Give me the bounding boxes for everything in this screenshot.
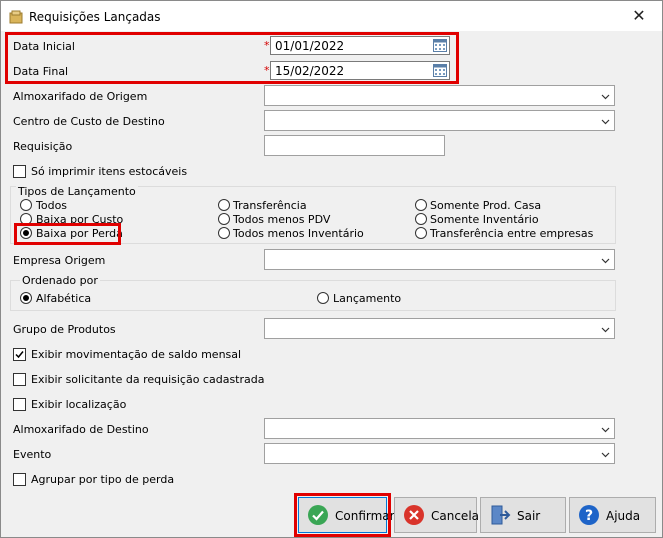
requisicao-input[interactable] <box>264 135 445 156</box>
required-mark: * <box>264 39 270 52</box>
data-final-label: Data Final <box>13 65 69 78</box>
radio-todos-menos-pdv[interactable] <box>218 213 230 225</box>
ajuda-label: Ajuda <box>606 509 641 523</box>
ordenado-legend: Ordenado por <box>20 274 100 287</box>
evento-label: Evento <box>13 448 52 461</box>
radio-label: Lançamento <box>333 292 402 305</box>
radio-todos-menos-inventario[interactable] <box>218 227 230 239</box>
radio-label: Somente Inventário <box>430 213 539 226</box>
exibir-movimentacao-checkbox[interactable] <box>13 348 26 361</box>
radio-transferencia-empresas[interactable] <box>415 227 427 239</box>
radio-somente-prod-casa[interactable] <box>415 199 427 211</box>
radio-somente-inventario[interactable] <box>415 213 427 225</box>
exibir-solicitante-label: Exibir solicitante da requisição cadastr… <box>31 373 265 386</box>
svg-text:?: ? <box>585 508 593 524</box>
calendar-icon[interactable] <box>433 64 447 77</box>
radio-selected-dot <box>23 295 29 301</box>
exibir-localizacao-checkbox[interactable] <box>13 398 26 411</box>
app-icon <box>9 10 23 24</box>
exibir-movimentacao-label: Exibir movimentação de saldo mensal <box>31 348 242 361</box>
almox-destino-select[interactable] <box>264 418 615 439</box>
required-mark: * <box>264 64 270 77</box>
requisicao-label: Requisição <box>13 140 73 153</box>
evento-select[interactable] <box>264 443 615 464</box>
cancel-icon <box>403 504 425 526</box>
centro-custo-label: Centro de Custo de Destino <box>13 115 165 128</box>
radio-label: Baixa por Perda <box>36 227 123 240</box>
chevron-down-icon <box>601 255 610 264</box>
almox-destino-label: Almoxarifado de Destino <box>13 423 149 436</box>
exibir-localizacao-label: Exibir localização <box>31 398 127 411</box>
grupo-produtos-select[interactable] <box>264 318 615 339</box>
radio-label: Alfabética <box>36 292 92 305</box>
chevron-down-icon <box>601 324 610 333</box>
cancelar-label: Cancelar <box>431 509 484 523</box>
exibir-solicitante-checkbox[interactable] <box>13 373 26 386</box>
radio-baixa-custo[interactable] <box>20 213 32 225</box>
dialog-client: Data Inicial * 01/01/2022 Data Final * 1… <box>4 32 659 537</box>
radio-label: Somente Prod. Casa <box>430 199 542 212</box>
empresa-origem-label: Empresa Origem <box>13 254 106 267</box>
radio-label: Todos menos Inventário <box>233 227 364 240</box>
title-bar: Requisições Lançadas ✕ <box>1 1 662 31</box>
radio-label: Todos menos PDV <box>233 213 331 226</box>
agrupar-label: Agrupar por tipo de perda <box>31 473 175 486</box>
grupo-produtos-label: Grupo de Produtos <box>13 323 116 336</box>
radio-todos[interactable] <box>20 199 32 211</box>
data-final-value: 15/02/2022 <box>275 64 345 78</box>
sair-label: Sair <box>517 509 541 523</box>
data-final-input[interactable]: 15/02/2022 <box>270 61 450 80</box>
data-inicial-input[interactable]: 01/01/2022 <box>270 36 450 55</box>
radio-label: Baixa por Custo <box>36 213 124 226</box>
confirm-icon <box>307 504 329 526</box>
ordenado-group <box>10 280 616 311</box>
data-inicial-label: Data Inicial <box>13 40 75 53</box>
radio-label: Transferência entre empresas <box>430 227 594 240</box>
tipos-legend: Tipos de Lançamento <box>16 185 138 198</box>
chevron-down-icon <box>601 116 610 125</box>
so-imprimir-checkbox[interactable] <box>13 165 26 178</box>
requisicoes-dialog: Requisições Lançadas ✕ Data Inicial * 01… <box>0 0 663 538</box>
radio-selected-dot <box>23 230 29 236</box>
agrupar-checkbox[interactable] <box>13 473 26 486</box>
chevron-down-icon <box>601 91 610 100</box>
radio-label: Transferência <box>233 199 307 212</box>
chevron-down-icon <box>601 424 610 433</box>
calendar-icon[interactable] <box>433 39 447 52</box>
confirmar-label: Confirmar <box>335 509 395 523</box>
data-inicial-value: 01/01/2022 <box>275 39 345 53</box>
chevron-down-icon <box>601 449 610 458</box>
radio-label: Todos <box>36 199 68 212</box>
window-title: Requisições Lançadas <box>29 10 161 24</box>
close-icon[interactable]: ✕ <box>616 1 662 31</box>
almox-origem-label: Almoxarifado de Origem <box>13 90 148 103</box>
sair-button[interactable]: Sair <box>480 497 566 533</box>
ajuda-button[interactable]: ? Ajuda <box>569 497 656 533</box>
radio-lancamento[interactable] <box>317 292 329 304</box>
confirmar-button[interactable]: Confirmar <box>298 497 395 533</box>
centro-custo-select[interactable] <box>264 110 615 131</box>
so-imprimir-label: Só imprimir itens estocáveis <box>31 165 188 178</box>
empresa-origem-select[interactable] <box>264 249 615 270</box>
exit-door-icon <box>489 504 511 526</box>
radio-transferencia[interactable] <box>218 199 230 211</box>
help-icon: ? <box>578 504 600 526</box>
radio-baixa-perda[interactable] <box>20 227 32 239</box>
check-icon <box>15 351 24 359</box>
cancelar-button[interactable]: Cancelar <box>394 497 484 533</box>
almox-origem-select[interactable] <box>264 85 615 106</box>
radio-alfabetica[interactable] <box>20 292 32 304</box>
